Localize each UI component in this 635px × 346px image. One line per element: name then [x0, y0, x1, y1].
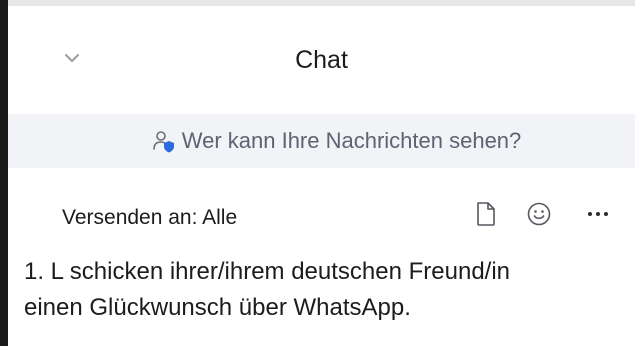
- send-to-row: Versenden an: Alle: [8, 196, 635, 236]
- privacy-link[interactable]: Wer kann Ihre Nachrichten sehen?: [152, 128, 522, 154]
- emoji-button[interactable]: [523, 198, 555, 230]
- chat-header: Chat: [8, 6, 635, 114]
- window-left-edge: [0, 0, 8, 346]
- message-line-2: einen Glückwunsch über WhatsApp.: [24, 294, 411, 321]
- privacy-banner: Wer kann Ihre Nachrichten sehen?: [8, 114, 635, 168]
- more-options-button[interactable]: [582, 198, 614, 230]
- chat-window: Chat Wer kann Ihre Nachrichten sehen? Ve…: [0, 0, 635, 346]
- file-icon: [477, 202, 495, 226]
- chat-title: Chat: [295, 46, 348, 74]
- privacy-text: Wer kann Ihre Nachrichten sehen?: [181, 128, 522, 153]
- message-input[interactable]: 1. L schicken ihrer/ihrem deutschen Freu…: [24, 254, 629, 326]
- send-to-label[interactable]: Versenden an: Alle: [62, 206, 237, 230]
- emoji-icon: [527, 202, 551, 226]
- person-shield-icon: [152, 129, 176, 153]
- more-icon: [588, 212, 608, 216]
- chat-panel: Chat Wer kann Ihre Nachrichten sehen? Ve…: [8, 6, 635, 346]
- message-line-1: 1. L schicken ihrer/ihrem deutschen Freu…: [24, 258, 511, 285]
- file-button[interactable]: [470, 198, 502, 230]
